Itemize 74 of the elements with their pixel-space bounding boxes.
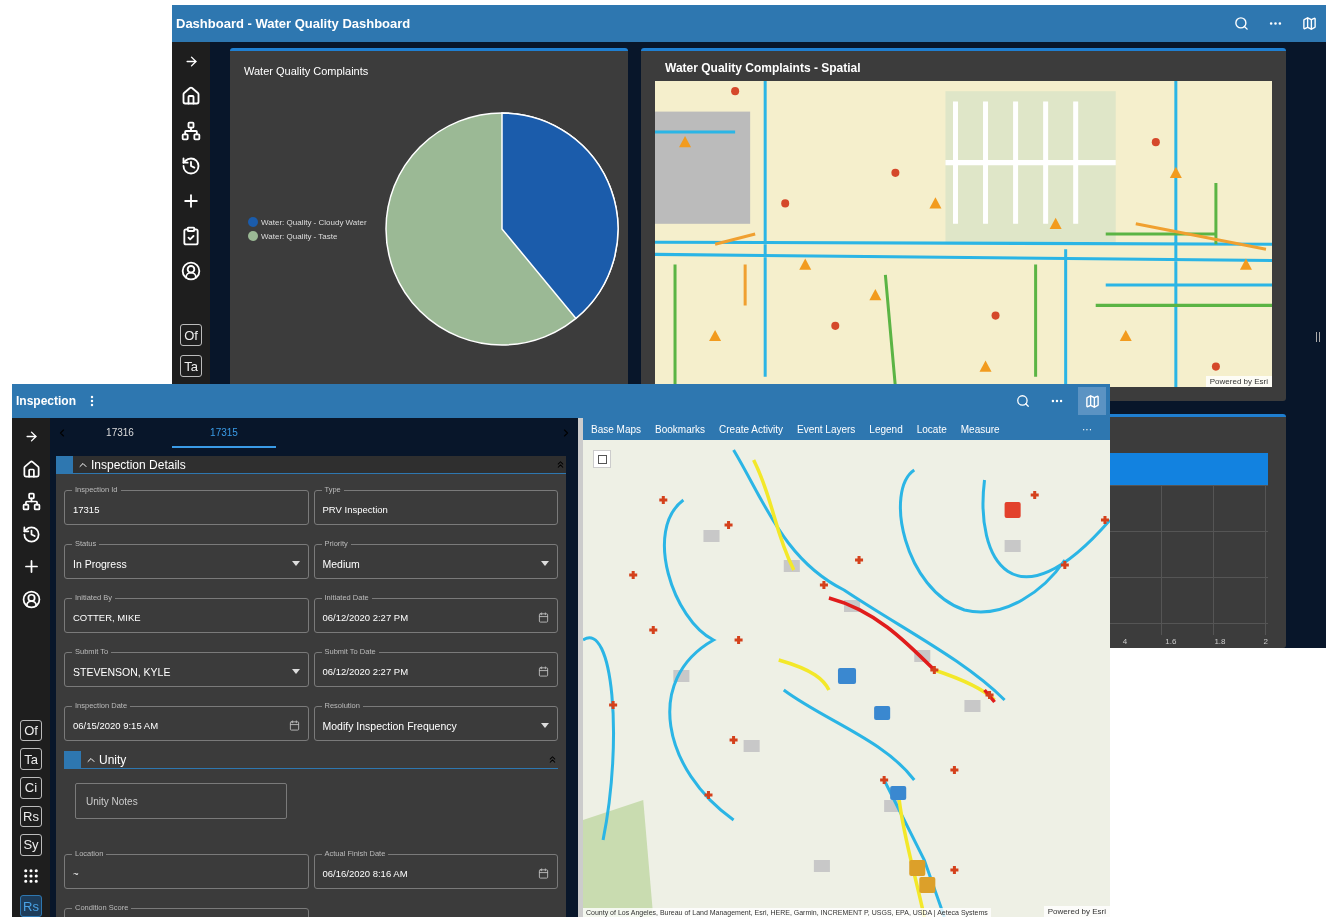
field-value: 06/15/2020 9:15 AM [73,720,160,731]
legend-label: Water: Quality - Taste [261,231,338,241]
arrow-right-icon[interactable] [23,429,39,445]
dropdown-caret-icon[interactable] [291,669,300,674]
history-icon[interactable] [181,156,201,176]
app-badge[interactable]: Ta [180,355,202,377]
window-title: Inspection [16,394,76,408]
map-tool-button[interactable]: Legend [869,423,909,435]
history-icon[interactable] [21,524,41,544]
map-button[interactable] [1078,387,1106,415]
axis-tick-label: 4 [1122,637,1128,646]
dropdown-caret-icon[interactable] [541,723,549,728]
map-attribution: Powered by Esri [1043,906,1110,917]
field-value: Medium [322,557,361,570]
field-value: 17315 [73,504,101,515]
split-handle[interactable] [578,418,583,917]
axis-tick-label: 1.8 [1214,637,1226,646]
field-value: STEVENSON, KYLE [73,665,172,678]
map-icon[interactable] [1301,16,1317,31]
more-tools-button[interactable]: ··· [1082,423,1098,435]
home-icon[interactable] [181,86,201,106]
map-icon[interactable] [1084,393,1100,409]
search-icon[interactable] [1016,394,1030,408]
field-value: 06/16/2020 8:16 AM [322,868,409,879]
map-tool-button[interactable]: Bookmarks [655,423,712,435]
axis-tick-label: 2 [1263,637,1268,646]
resize-handle[interactable] [1316,332,1320,342]
user-icon[interactable] [21,590,41,609]
search-icon[interactable] [1233,16,1249,31]
notes-input-field[interactable]: Unity Notes [75,783,287,819]
map-tool-button[interactable]: Event Layers [796,423,862,435]
field-value: 06/12/2020 2:27 PM [322,666,410,677]
plus-icon[interactable] [181,191,201,211]
app-badge[interactable]: Sy [20,834,42,856]
clipboard-check-icon[interactable] [181,226,201,246]
home-icon[interactable] [21,459,41,479]
app-badge[interactable]: Rs [20,895,42,917]
app-badge[interactable]: Rs [20,805,42,828]
app-badge[interactable]: Ta [20,748,42,770]
field-value: 06/12/2020 2:27 PM [322,612,410,623]
field-value: COTTER, MIKE [73,612,142,623]
field-value: In Progress [73,557,128,570]
hierarchy-icon[interactable] [21,492,41,512]
dropdown-caret-icon[interactable] [541,561,549,566]
field-value: ~ [73,868,80,879]
map-tool-button[interactable]: Create Activity [719,423,789,435]
section-toggle[interactable]: Unity [85,752,127,767]
arrow-right-icon[interactable] [183,53,199,69]
map-tool-button[interactable]: Base Maps [591,423,648,435]
calendar-icon[interactable] [538,666,549,677]
user-icon[interactable] [181,261,201,281]
record-tab[interactable]: 17315 [172,418,276,448]
calendar-icon[interactable] [538,868,549,879]
grid-icon[interactable] [22,866,40,885]
field-value: Modify Inspection Frequency [322,719,458,732]
calendar-icon[interactable] [288,720,300,731]
field-value: PRV Inspection [322,504,389,515]
app-badge[interactable]: Ci [20,776,42,799]
section-toggle[interactable]: Inspection Details [77,457,186,472]
window-title: Dashboard - Water Quality Dashboard [176,16,411,31]
map-tool-button[interactable]: Measure [960,423,1006,435]
panel-title: Water Quality Complaints [243,64,370,77]
select-tool-button[interactable] [593,450,611,468]
record-tab[interactable]: 17316 [68,418,172,448]
axis-tick-label: 1.6 [1165,637,1177,646]
panel-title: Water Quality Complaints - Spatial [664,60,862,77]
hierarchy-icon[interactable] [181,121,201,141]
dropdown-caret-icon[interactable] [291,561,300,566]
map-attribution: Powered by Esri [1205,376,1272,387]
app-badge[interactable]: Of [180,324,202,346]
calendar-icon[interactable] [538,612,549,623]
map-tool-button[interactable]: Locate [916,423,953,435]
app-badge[interactable]: Of [20,719,42,742]
legend-label: Water: Quality - Cloudy Water [261,217,367,227]
